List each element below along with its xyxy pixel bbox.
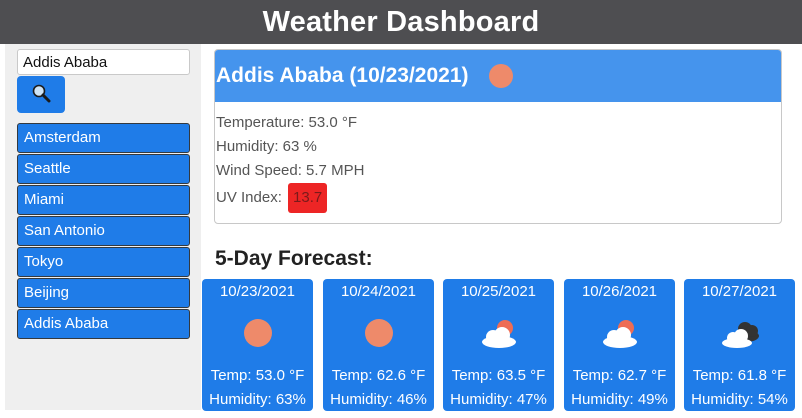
- history-city-button[interactable]: Addis Ababa: [17, 309, 190, 339]
- forecast-date: 10/25/2021: [460, 283, 537, 300]
- forecast-humidity: Humidity: 63%: [209, 391, 306, 408]
- forecast-card: 10/24/2021 Temp: 62.6 °F Humidity: 46%: [323, 279, 434, 411]
- uv-label: UV Index:: [216, 189, 282, 206]
- sun-icon: [488, 64, 513, 88]
- forecast-temp: Temp: 63.5 °F: [451, 367, 546, 384]
- forecast-temp: Temp: 53.0 °F: [210, 367, 305, 384]
- page-title: Weather Dashboard: [262, 5, 540, 38]
- partly-cloudy-icon: [564, 316, 675, 352]
- forecast-card: 10/26/2021 Temp: 62.7 °F Humidity: 49%: [564, 279, 675, 411]
- forecast-card: 10/23/2021 Temp: 53.0 °F Humidity: 63%: [202, 279, 313, 411]
- cloudy-icon: [684, 316, 795, 352]
- forecast-date: 10/27/2021: [701, 283, 778, 300]
- history-city-button[interactable]: Tokyo: [17, 247, 190, 277]
- current-humidity: Humidity: 63 %: [216, 138, 317, 155]
- current-wind-speed: Wind Speed: 5.7 MPH: [216, 162, 365, 179]
- forecast-humidity: Humidity: 46%: [330, 391, 427, 408]
- forecast-date: 10/26/2021: [581, 283, 658, 300]
- history-city-button[interactable]: Seattle: [17, 154, 190, 184]
- forecast-title: 5-Day Forecast:: [215, 247, 373, 270]
- history-city-button[interactable]: San Antonio: [17, 216, 190, 246]
- partly-cloudy-icon: [443, 316, 554, 352]
- search-button[interactable]: [17, 76, 65, 113]
- app-header: Weather Dashboard: [0, 0, 802, 44]
- history-city-button[interactable]: Miami: [17, 185, 190, 215]
- forecast-temp: Temp: 62.7 °F: [572, 367, 667, 384]
- search-icon: [31, 83, 51, 106]
- current-city-title: Addis Ababa (10/23/2021): [216, 64, 469, 87]
- sun-icon: [323, 316, 434, 352]
- current-uv-index: UV Index: 13.7: [216, 183, 781, 214]
- forecast-humidity: Humidity: 47%: [450, 391, 547, 408]
- current-weather-details: Temperature: 53.0 °F Humidity: 63 % Wind…: [215, 102, 781, 214]
- forecast-temp: Temp: 61.8 °F: [692, 367, 787, 384]
- forecast-card: 10/27/2021 Temp: 61.8 °F Humidity: 54%: [684, 279, 795, 411]
- city-search-input[interactable]: [17, 49, 190, 75]
- current-weather-card: Addis Ababa (10/23/2021) Temperature: 53…: [214, 49, 782, 224]
- forecast-date: 10/23/2021: [219, 283, 296, 300]
- uv-badge: 13.7: [288, 183, 328, 214]
- history-city-button[interactable]: Amsterdam: [17, 123, 190, 153]
- sun-icon: [202, 316, 313, 352]
- forecast-card: 10/25/2021 Temp: 63.5 °F Humidity: 47%: [443, 279, 554, 411]
- forecast-humidity: Humidity: 49%: [571, 391, 668, 408]
- history-city-button[interactable]: Beijing: [17, 278, 190, 308]
- forecast-date: 10/24/2021: [340, 283, 417, 300]
- forecast-humidity: Humidity: 54%: [691, 391, 788, 408]
- current-weather-header: Addis Ababa (10/23/2021): [215, 50, 781, 102]
- current-temperature: Temperature: 53.0 °F: [216, 114, 358, 131]
- forecast-temp: Temp: 62.6 °F: [331, 367, 426, 384]
